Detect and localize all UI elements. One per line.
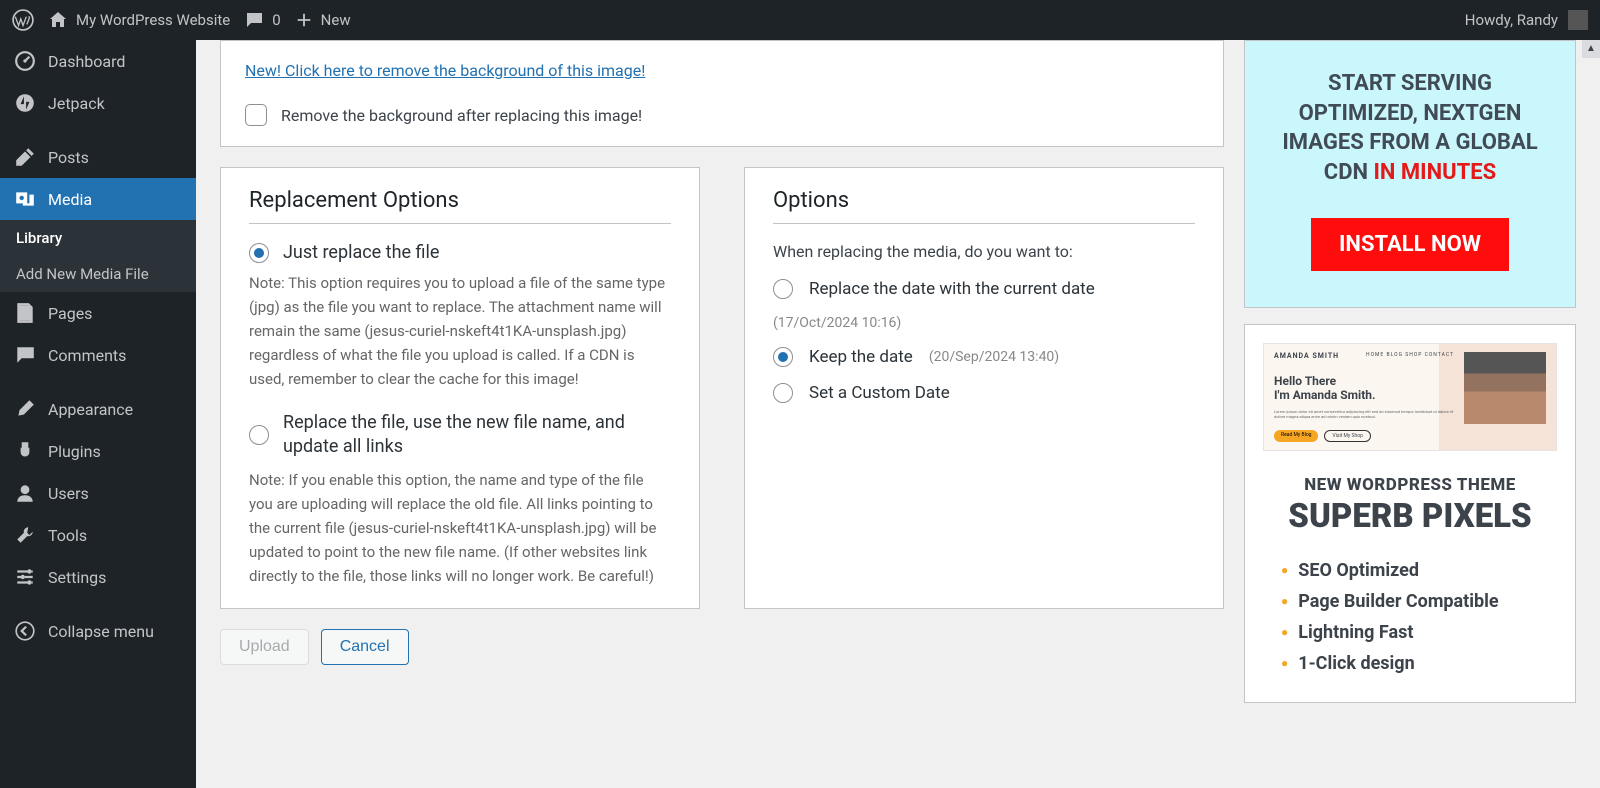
remove-bg-label: Remove the background after replacing th… xyxy=(281,106,642,125)
theme-heading: NEW WORDPRESS THEME xyxy=(1263,475,1557,495)
greeting: Howdy, Randy xyxy=(1465,11,1558,29)
radio-replace-date-label: Replace the date with the current date xyxy=(809,279,1095,299)
upload-button[interactable]: Upload xyxy=(220,629,309,665)
replace-date-value: (17/Oct/2024 10:16) xyxy=(773,315,901,331)
opt2-note: Note: If you enable this option, the nam… xyxy=(249,468,671,588)
avatar xyxy=(1568,10,1588,30)
site-home-link[interactable]: My WordPress Website xyxy=(48,10,230,30)
cdn-promo-line2: IN MINUTES xyxy=(1373,160,1496,185)
comment-count: 0 xyxy=(272,11,280,29)
sidebar-item-comments[interactable]: Comments xyxy=(0,334,196,376)
account-link[interactable]: Howdy, Randy xyxy=(1465,10,1588,30)
sidebar-item-settings[interactable]: Settings xyxy=(0,556,196,598)
feature-item: 1-Click design xyxy=(1281,653,1557,674)
radio-keep-date[interactable] xyxy=(773,347,793,367)
install-now-button[interactable]: INSTALL NOW xyxy=(1311,218,1509,271)
new-label: New xyxy=(321,11,351,29)
radio-custom-date-label: Set a Custom Date xyxy=(809,383,950,403)
theme-preview-image: AMANDA SMITHHOME BLOG SHOP CONTACT Hello… xyxy=(1263,343,1557,451)
radio-just-replace-label: Just replace the file xyxy=(283,242,439,263)
remove-bg-checkbox[interactable] xyxy=(245,104,267,126)
sidebar-item-tools[interactable]: Tools xyxy=(0,514,196,556)
options-subtitle: When replacing the media, do you want to… xyxy=(773,242,1195,261)
wp-logo[interactable] xyxy=(12,9,34,31)
feature-item: Page Builder Compatible xyxy=(1281,591,1557,612)
sidebar-item-media[interactable]: Media xyxy=(0,178,196,220)
sidebar-item-plugins[interactable]: Plugins xyxy=(0,430,196,472)
submenu-add-new[interactable]: Add New Media File xyxy=(0,256,196,292)
theme-name: SUPERB PIXELS xyxy=(1263,497,1557,536)
submenu-library[interactable]: Library xyxy=(0,220,196,256)
radio-replace-rename[interactable] xyxy=(249,425,269,445)
admin-sidebar: Dashboard Jetpack Posts Media Library Ad… xyxy=(0,40,196,788)
options-box: Options When replacing the media, do you… xyxy=(744,167,1224,609)
keep-date-value: (20/Sep/2024 13:40) xyxy=(929,349,1059,365)
radio-just-replace[interactable] xyxy=(249,243,269,263)
radio-keep-date-label: Keep the date xyxy=(809,347,913,367)
options-title: Options xyxy=(773,188,1195,224)
scrollbar[interactable]: ▲ xyxy=(1582,40,1600,788)
radio-replace-date[interactable] xyxy=(773,279,793,299)
feature-item: Lightning Fast xyxy=(1281,622,1557,643)
comments-link[interactable]: 0 xyxy=(244,10,280,30)
new-content-link[interactable]: New xyxy=(295,11,351,29)
site-name: My WordPress Website xyxy=(76,11,230,29)
replacement-options-box: Replacement Options Just replace the fil… xyxy=(220,167,700,609)
theme-promo: AMANDA SMITHHOME BLOG SHOP CONTACT Hello… xyxy=(1244,324,1576,703)
sidebar-collapse[interactable]: Collapse menu xyxy=(0,610,196,652)
sidebar-item-posts[interactable]: Posts xyxy=(0,136,196,178)
sidebar-item-jetpack[interactable]: Jetpack xyxy=(0,82,196,124)
sidebar-item-pages[interactable]: Pages xyxy=(0,292,196,334)
radio-custom-date[interactable] xyxy=(773,383,793,403)
replacement-title: Replacement Options xyxy=(249,188,671,224)
sidebar-item-users[interactable]: Users xyxy=(0,472,196,514)
opt1-note: Note: This option requires you to upload… xyxy=(249,271,671,391)
sidebar-item-dashboard[interactable]: Dashboard xyxy=(0,40,196,82)
cancel-button[interactable]: Cancel xyxy=(321,629,409,665)
sidebar-item-appearance[interactable]: Appearance xyxy=(0,388,196,430)
remove-bg-link[interactable]: New! Click here to remove the background… xyxy=(245,61,645,80)
cdn-promo: START SERVING OPTIMIZED, NEXTGEN IMAGES … xyxy=(1244,40,1576,308)
feature-item: SEO Optimized xyxy=(1281,560,1557,581)
radio-replace-rename-label: Replace the file, use the new file name,… xyxy=(283,411,671,460)
